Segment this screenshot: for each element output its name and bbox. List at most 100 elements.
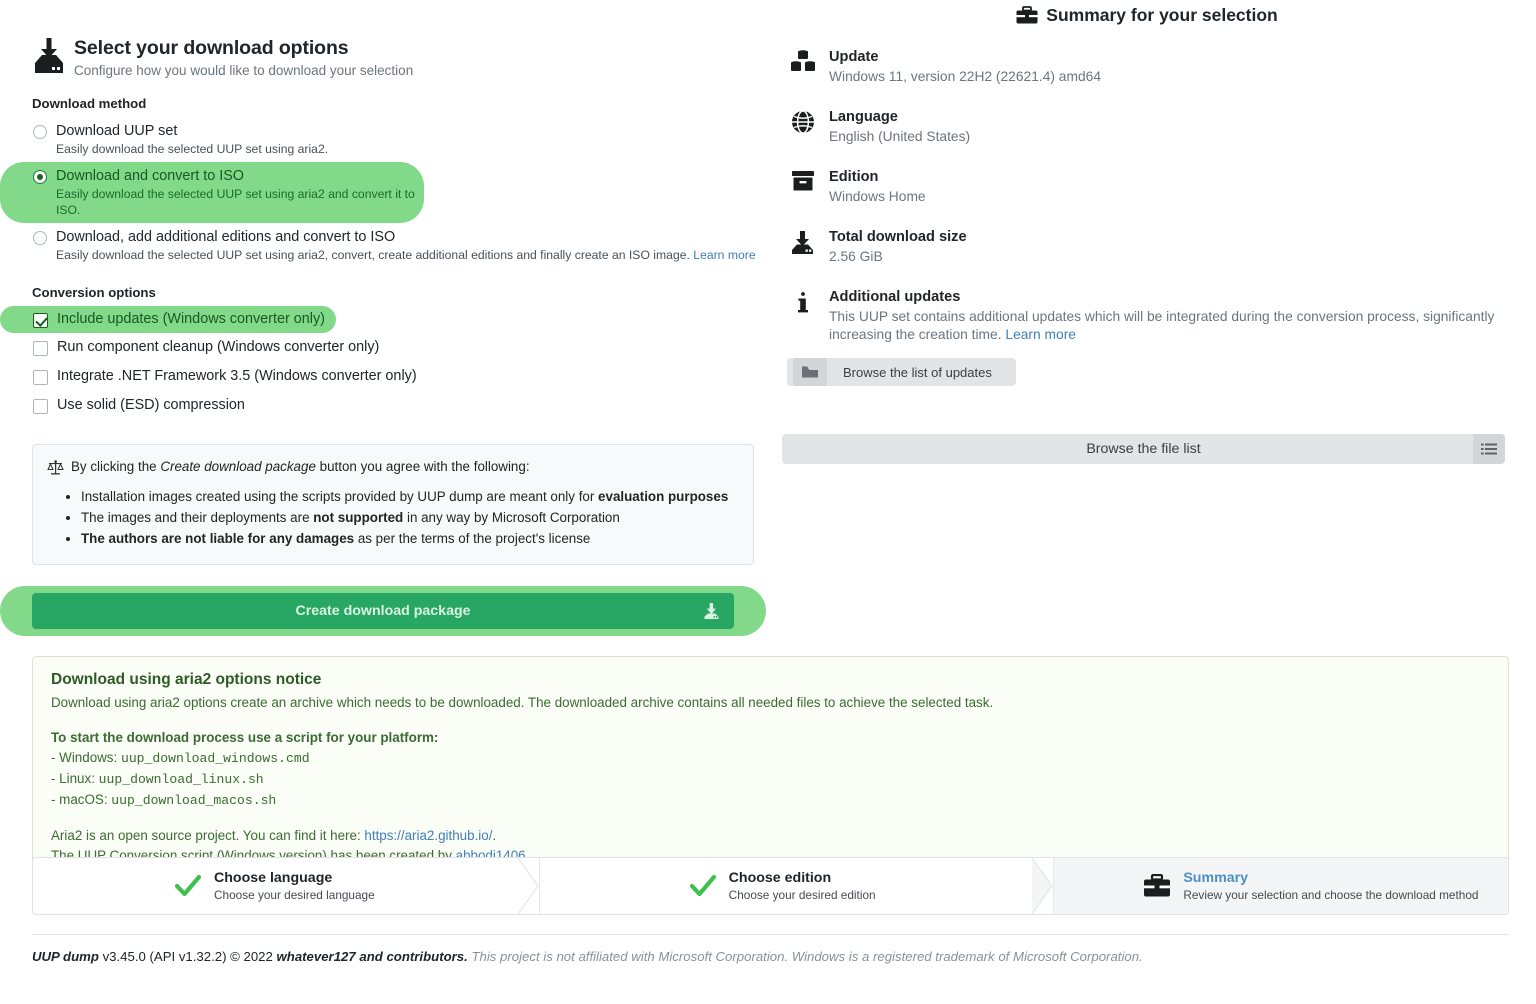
script-line: - macOS: uup_download_macos.sh xyxy=(51,790,1490,811)
summary-label: Language xyxy=(829,108,1512,127)
checkbox-indicator[interactable] xyxy=(33,399,48,414)
learn-more-link[interactable]: Learn more xyxy=(1005,327,1076,342)
scales-of-justice-icon xyxy=(47,459,64,476)
briefcase-icon xyxy=(1016,6,1038,25)
summary-row-download-size: Total download size 2.56 GiB xyxy=(782,228,1512,266)
checkbox-indicator[interactable] xyxy=(33,370,48,385)
bullet-pre: The images and their deployments are xyxy=(81,510,313,525)
script-os: - Linux: xyxy=(51,771,95,786)
step-summary[interactable]: Summary Review your selection and choose… xyxy=(1054,858,1508,914)
bullet-post: as per the terms of the project's licens… xyxy=(354,531,590,546)
conversion-options-group: Include updates (Windows converter only)… xyxy=(0,306,775,420)
checkbox-indicator-checked[interactable] xyxy=(33,313,48,328)
checkbox-indicator[interactable] xyxy=(33,341,48,356)
summary-value: Windows 11, version 22H2 (22621.4) amd64 xyxy=(829,68,1512,86)
page-title: Select your download options xyxy=(74,36,413,60)
list-item: The images and their deployments are not… xyxy=(81,508,737,528)
download-options-column: Select your download options Configure h… xyxy=(0,0,775,903)
radio-indicator[interactable] xyxy=(33,231,47,245)
aria2-website-link[interactable]: https://aria2.github.io/ xyxy=(364,828,492,843)
notice-title: Download using aria2 options notice xyxy=(51,671,1490,689)
option-description-text: Easily download the selected UUP set usi… xyxy=(56,248,690,262)
bullet-bold: evaluation purposes xyxy=(598,489,728,504)
download-options-header: Select your download options Configure h… xyxy=(0,0,775,79)
script-os: - Windows: xyxy=(51,750,117,765)
additional-updates-text: This UUP set contains additional updates… xyxy=(829,309,1494,342)
disclaimer-intro-after: button you agree with the following: xyxy=(316,459,530,474)
checkbox-esd-compression[interactable]: Use solid (ESD) compression xyxy=(0,391,775,420)
disclaimer-bullets: Installation images created using the sc… xyxy=(47,487,737,549)
credit-post: . xyxy=(492,828,496,843)
radio-option-convert-iso[interactable]: Download and convert to ISO Easily downl… xyxy=(0,162,424,223)
list-icon xyxy=(1473,434,1505,464)
summary-value: This UUP set contains additional updates… xyxy=(829,308,1512,344)
summary-label: Total download size xyxy=(829,228,1512,247)
summary-label: Update xyxy=(829,48,1512,67)
radio-indicator-selected[interactable] xyxy=(33,170,47,184)
footer-brand: UUP dump xyxy=(32,949,99,964)
radio-option-uup-set[interactable]: Download UUP set Easily download the sel… xyxy=(0,117,775,162)
footer-version: v3.45.0 (API v1.32.2) © 2022 xyxy=(99,949,277,964)
radio-option-additional-editions[interactable]: Download, add additional editions and co… xyxy=(0,223,775,268)
script-filename: uup_download_macos.sh xyxy=(111,793,276,808)
summary-value: 2.56 GiB xyxy=(829,248,1512,266)
credit-pre: Aria2 is an open source project. You can… xyxy=(51,828,364,843)
footer-disclaimer: This project is not affiliated with Micr… xyxy=(468,949,1143,964)
checkbox-component-cleanup[interactable]: Run component cleanup (Windows converter… xyxy=(0,333,775,362)
summary-row-additional-updates: Additional updates This UUP set contains… xyxy=(782,288,1512,344)
checkbox-label: Include updates (Windows converter only) xyxy=(57,310,325,329)
globe-icon xyxy=(787,110,819,134)
download-to-disk-icon xyxy=(32,36,66,76)
notice-intro: Download using aria2 options create an a… xyxy=(51,693,1490,713)
summary-value: English (United States) xyxy=(829,128,1512,146)
download-method-group: Download UUP set Easily download the sel… xyxy=(0,117,775,268)
option-title: Download UUP set xyxy=(56,123,177,139)
bullet-post: in any way by Microsoft Corporation xyxy=(403,510,620,525)
briefcase-icon xyxy=(1142,874,1172,899)
bullet-pre: Installation images created using the sc… xyxy=(81,489,598,504)
chevron-right-icon xyxy=(1032,858,1054,914)
check-icon xyxy=(688,874,718,898)
create-button-highlight: Create download package xyxy=(0,586,766,636)
step-title: Choose edition xyxy=(729,869,876,887)
notice-scripts-block: To start the download process use a scri… xyxy=(51,728,1490,811)
bullet-bold: not supported xyxy=(313,510,403,525)
summary-title-text: Summary for your selection xyxy=(1046,5,1277,26)
learn-more-link[interactable]: Learn more xyxy=(693,248,755,262)
create-button-label: Create download package xyxy=(295,603,470,619)
step-choose-edition[interactable]: Choose edition Choose your desired editi… xyxy=(540,858,1055,914)
step-subtitle: Choose your desired language xyxy=(214,888,375,903)
script-filename: uup_download_linux.sh xyxy=(99,772,264,787)
step-choose-language[interactable]: Choose language Choose your desired lang… xyxy=(33,858,540,914)
step-subtitle: Choose your desired edition xyxy=(729,888,876,903)
summary-value: Windows Home xyxy=(829,188,1512,206)
checkbox-label: Use solid (ESD) compression xyxy=(57,396,245,415)
summary-row-update: Update Windows 11, version 22H2 (22621.4… xyxy=(782,48,1512,86)
list-item: Installation images created using the sc… xyxy=(81,487,737,507)
browse-updates-label: Browse the list of updates xyxy=(827,365,1010,380)
script-line: - Linux: uup_download_linux.sh xyxy=(51,769,1490,790)
notice-scripts-heading: To start the download process use a scri… xyxy=(51,728,1490,748)
summary-row-edition: Edition Windows Home xyxy=(782,168,1512,206)
summary-column: Summary for your selection Update Window… xyxy=(782,0,1512,464)
option-title: Download and convert to ISO xyxy=(56,168,244,184)
disclaimer-intro-italic: Create download package xyxy=(160,459,316,474)
info-icon xyxy=(787,290,819,316)
folder-icon xyxy=(793,358,827,386)
script-line: - Windows: uup_download_windows.cmd xyxy=(51,748,1490,769)
radio-indicator[interactable] xyxy=(33,125,47,139)
summary-row-language: Language English (United States) xyxy=(782,108,1512,146)
create-download-package-button[interactable]: Create download package xyxy=(32,593,734,629)
browse-list-of-updates-button[interactable]: Browse the list of updates xyxy=(787,358,1016,386)
checkbox-include-updates[interactable]: Include updates (Windows converter only) xyxy=(0,306,336,333)
browse-file-list-button[interactable]: Browse the file list xyxy=(782,434,1505,464)
step-subtitle: Review your selection and choose the dow… xyxy=(1183,888,1478,903)
script-os: - macOS: xyxy=(51,792,108,807)
uup-dump-summary-page: Select your download options Configure h… xyxy=(0,0,1536,1004)
packages-icon xyxy=(787,50,819,74)
checkbox-netfx35[interactable]: Integrate .NET Framework 3.5 (Windows co… xyxy=(0,362,775,391)
box-icon xyxy=(787,170,819,192)
disclaimer-intro: By clicking the Create download package … xyxy=(47,458,737,476)
bullet-bold: The authors are not liable for any damag… xyxy=(81,531,354,546)
option-title: Download, add additional editions and co… xyxy=(56,229,395,245)
